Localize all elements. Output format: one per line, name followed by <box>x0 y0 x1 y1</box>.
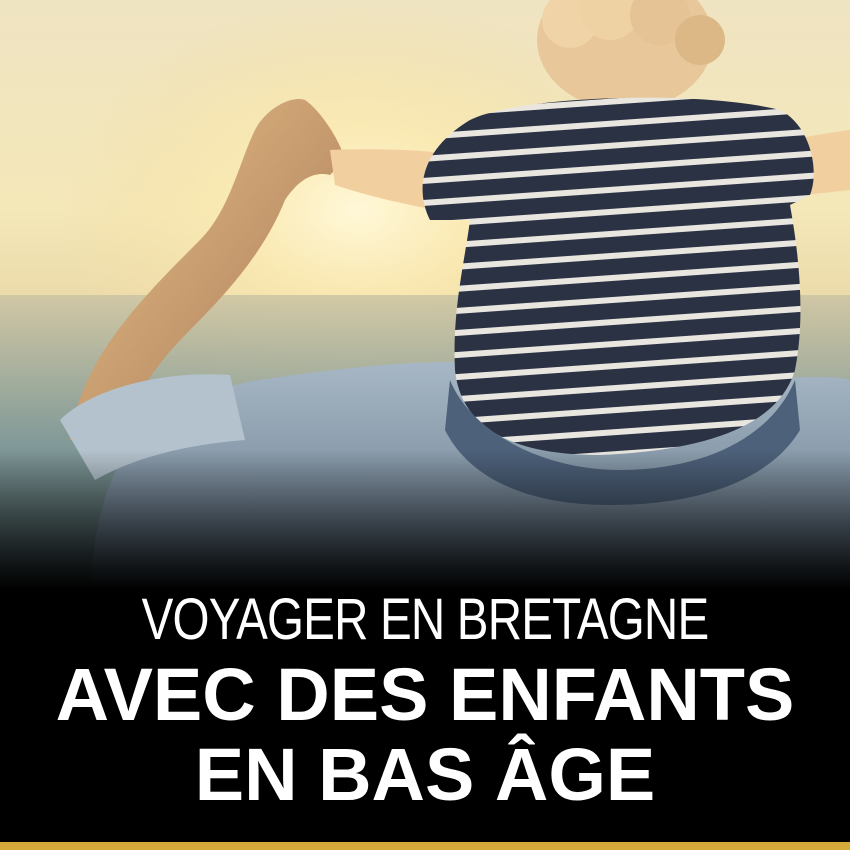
title-line-1: VOYAGER EN BRETAGNE <box>141 587 710 652</box>
poster: VOYAGER EN BRETAGNE AVEC DES ENFANTS EN … <box>0 0 850 850</box>
title-block: VOYAGER EN BRETAGNE AVEC DES ENFANTS EN … <box>0 585 850 815</box>
title-line-3: EN BAS ÂGE <box>194 733 656 816</box>
title-line-2: AVEC DES ENFANTS <box>55 653 795 736</box>
accent-bar <box>0 842 850 850</box>
